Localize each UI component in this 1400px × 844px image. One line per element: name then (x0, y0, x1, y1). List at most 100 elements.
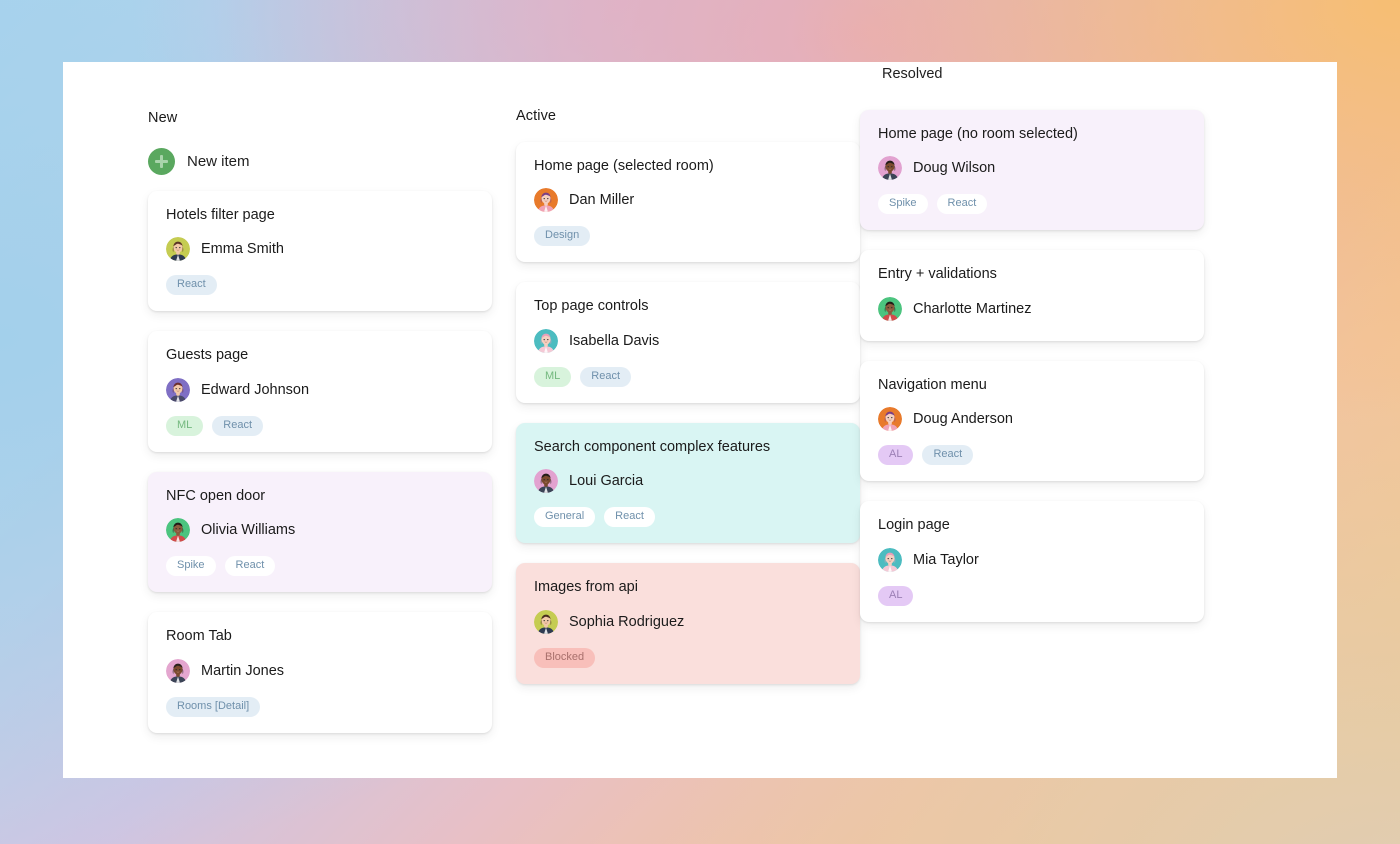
task-tags: Blocked (534, 647, 842, 668)
assignee-name: Dan Miller (569, 192, 635, 209)
tag-spike[interactable]: Spike (166, 556, 216, 577)
tag-blocked[interactable]: Blocked (534, 647, 596, 668)
tag-ml[interactable]: ML (534, 366, 572, 387)
avatar (534, 609, 558, 634)
new-item-button[interactable]: New item (148, 148, 250, 175)
tag-ml[interactable]: ML (166, 415, 204, 436)
task-card-title: Top page controls (534, 298, 649, 315)
task-card[interactable]: Hotels filter page Emma Smith React (148, 191, 492, 312)
tag-react[interactable]: React (922, 445, 974, 466)
task-card[interactable]: Images from api Sophia Rodriguez Blocked (516, 563, 860, 684)
avatar (878, 547, 902, 572)
task-tags: AL React (878, 445, 1186, 466)
task-card-title: Room Tab (166, 628, 232, 645)
avatar (878, 296, 902, 321)
task-card-title: Login page (878, 517, 950, 534)
assignee-name: Martin Jones (201, 662, 285, 679)
task-card-title: Hotels filter page (166, 207, 275, 223)
tag-react[interactable]: React (936, 194, 988, 215)
task-card[interactable]: Top page controls Isabella Davis ML React (516, 282, 860, 403)
avatar (534, 328, 558, 353)
task-assignee: Loui Garcia (534, 469, 842, 494)
task-assignee: Olivia Williams (166, 518, 474, 543)
task-assignee: Isabella Davis (534, 328, 842, 353)
column-title-new: New (148, 110, 178, 126)
assignee-name: Charlotte Martinez (913, 300, 1032, 317)
task-card[interactable]: Login page Mia Taylor AL (860, 501, 1204, 622)
task-assignee: Edward Johnson (166, 377, 474, 402)
avatar (166, 377, 190, 402)
task-tags: AL (878, 585, 1186, 606)
task-card-title: Home page (selected room) (534, 158, 714, 174)
task-tags: Rooms [Detail] (166, 696, 474, 717)
task-assignee: Doug Wilson (878, 156, 1186, 181)
task-tags: ML React (166, 415, 474, 436)
tag-react[interactable]: React (224, 556, 276, 577)
task-card-title: Navigation menu (878, 376, 987, 393)
avatar (166, 237, 190, 262)
tag-react[interactable]: React (166, 275, 217, 296)
task-card[interactable]: Guests page Edward Johnson ML React (148, 331, 492, 452)
card-stack-resolved: Home page (no room selected) Doug Wilson… (860, 110, 1204, 622)
task-tags: React (166, 275, 474, 296)
task-card-title: Entry + validations (878, 266, 997, 283)
card-stack-new: Hotels filter page Emma Smith React Guests… (148, 191, 492, 733)
task-tags: Spike React (166, 556, 474, 577)
avatar (166, 658, 190, 683)
task-card[interactable]: NFC open door Olivia Williams Spike React (148, 471, 492, 593)
assignee-name: Emma Smith (201, 241, 284, 258)
task-card-title: NFC open door (166, 487, 266, 504)
board-columns: New New item Hotels filter page Emma Smith… (63, 62, 1337, 778)
tag-spike[interactable]: Spike (878, 194, 928, 215)
task-card[interactable]: Entry + validations Charlotte Martinez (860, 250, 1204, 341)
column-active: Active Home page (selected room) Dan Mill… (492, 62, 860, 778)
tag-design[interactable]: Design (534, 226, 591, 247)
task-card-title: Images from api (534, 579, 638, 596)
avatar (878, 156, 902, 181)
tag-react[interactable]: React (580, 366, 632, 387)
task-assignee: Martin Jones (166, 658, 474, 683)
assignee-name: Sophia Rodriguez (569, 613, 685, 630)
column-new: New New item Hotels filter page Emma Smith… (148, 62, 492, 778)
task-card-title: Guests page (166, 347, 249, 364)
column-title-resolved-floating: Resolved (882, 66, 943, 82)
task-tags: Design (534, 226, 842, 247)
column-title-active: Active (516, 108, 557, 124)
task-card[interactable]: Home page (selected room) Dan Miller Desi… (516, 142, 860, 263)
task-assignee: Emma Smith (166, 237, 474, 262)
board-panel: New New item Hotels filter page Emma Smith… (63, 62, 1337, 778)
card-stack-active: Home page (selected room) Dan Miller Desi… (516, 142, 860, 684)
tag-react[interactable]: React (212, 415, 264, 436)
task-assignee: Dan Miller (534, 188, 842, 213)
avatar (534, 469, 558, 494)
task-assignee: Charlotte Martinez (878, 296, 1186, 321)
task-card-title: Search component complex features (534, 438, 771, 455)
assignee-name: Isabella Davis (569, 332, 660, 349)
task-tags: Spike React (878, 194, 1186, 215)
assignee-name: Edward Johnson (201, 381, 310, 398)
task-assignee: Mia Taylor (878, 547, 1186, 572)
new-item-label: New item (187, 153, 250, 170)
tag-al[interactable]: AL (878, 445, 914, 466)
assignee-name: Loui Garcia (569, 473, 644, 490)
assignee-name: Olivia Williams (201, 522, 296, 539)
avatar (166, 518, 190, 543)
plus-icon (148, 148, 175, 175)
task-card[interactable]: Home page (no room selected) Doug Wilson… (860, 110, 1204, 231)
assignee-name: Doug Anderson (913, 411, 1013, 428)
task-tags: ML React (534, 366, 842, 387)
tag-react[interactable]: React (604, 507, 655, 528)
tag-al[interactable]: AL (878, 585, 914, 606)
task-card[interactable]: Navigation menu Doug Anderson AL React (860, 360, 1204, 482)
task-card-title: Home page (no room selected) (878, 126, 1078, 142)
avatar (534, 188, 558, 213)
task-card[interactable]: Room Tab Martin Jones Rooms [Detail] (148, 612, 492, 733)
tag-general[interactable]: General (534, 507, 596, 528)
task-tags: General React (534, 507, 842, 528)
task-card[interactable]: Search component complex features Loui G… (516, 422, 860, 544)
tag-rooms[interactable]: Rooms [Detail] (166, 696, 261, 717)
task-assignee: Sophia Rodriguez (534, 609, 842, 634)
task-assignee: Doug Anderson (878, 407, 1186, 432)
assignee-name: Mia Taylor (913, 551, 979, 568)
column-resolved: Resolved Home page (no room selected) Dou… (836, 62, 1204, 778)
